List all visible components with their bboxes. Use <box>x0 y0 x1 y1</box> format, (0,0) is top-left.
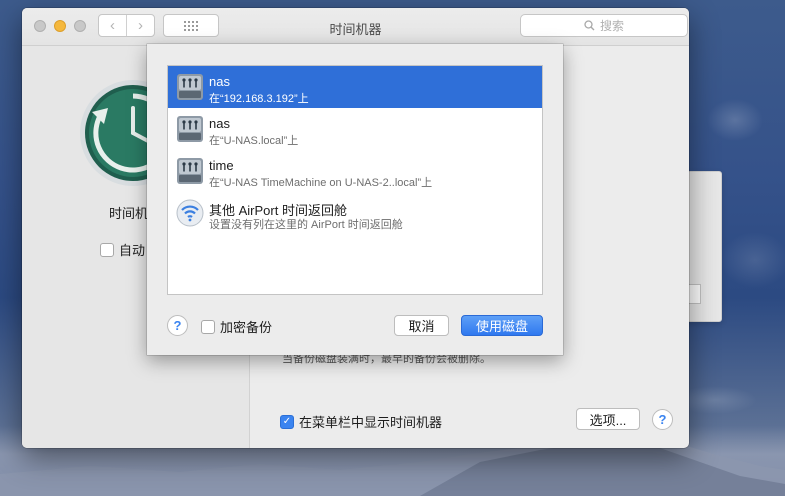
encrypt-backup-label: 加密备份 <box>220 320 273 335</box>
disk-list[interactable]: nas 在“192.168.3.192”上 nas 在“U-NAS.local”… <box>167 65 543 295</box>
help-button[interactable]: ? <box>652 409 673 430</box>
disk-row[interactable]: time 在“U-NAS TimeMachine on U-NAS-2..loc… <box>168 150 542 192</box>
disk-location: 在“192.168.3.192”上 <box>209 93 309 105</box>
options-button[interactable]: 选项... <box>576 408 640 430</box>
network-drive-icon <box>177 74 203 100</box>
show-in-menubar-label: 在菜单栏中显示时间机器 <box>299 415 443 430</box>
show-in-menubar-row: ✓ 在菜单栏中显示时间机器 <box>280 412 442 431</box>
network-drive-icon <box>177 116 203 142</box>
search-icon <box>584 20 595 31</box>
disk-location: 在“U-NAS.local”上 <box>209 135 299 147</box>
auto-backup-label: 自动 <box>119 243 146 258</box>
search-placeholder: 搜索 <box>599 19 624 33</box>
disk-name: time <box>209 158 234 173</box>
search-field[interactable]: 搜索 <box>520 14 688 37</box>
disk-location: 设置没有列在这里的 AirPort 时间返回舱 <box>209 219 403 231</box>
encrypt-backup-row: 加密备份 <box>201 317 272 336</box>
disk-location: 在“U-NAS TimeMachine on U-NAS-2..local”上 <box>209 177 433 189</box>
sheet-help-button[interactable]: ? <box>167 315 188 336</box>
time-machine-label: 时间机 <box>109 206 149 221</box>
title-bar: ‹ › 时间机器 搜索 <box>22 8 689 46</box>
disk-name: nas <box>209 74 230 89</box>
auto-backup-checkbox[interactable] <box>100 242 114 257</box>
auto-backup-row: 自动 <box>100 240 145 259</box>
disk-row[interactable]: 其他 AirPort 时间返回舱 设置没有列在这里的 AirPort 时间返回舱 <box>168 192 542 234</box>
wifi-icon <box>176 199 204 227</box>
disk-row[interactable]: nas 在“U-NAS.local”上 <box>168 108 542 150</box>
disk-row[interactable]: nas 在“192.168.3.192”上 <box>168 66 542 108</box>
use-disk-button[interactable]: 使用磁盘 <box>461 315 543 336</box>
network-drive-icon <box>177 158 203 184</box>
cancel-button[interactable]: 取消 <box>394 315 449 336</box>
select-disk-sheet: nas 在“192.168.3.192”上 nas 在“U-NAS.local”… <box>147 44 563 355</box>
background-field <box>689 284 701 304</box>
encrypt-backup-checkbox[interactable] <box>201 319 215 334</box>
disk-name: nas <box>209 116 230 131</box>
show-in-menubar-checkbox[interactable]: ✓ <box>280 414 294 429</box>
